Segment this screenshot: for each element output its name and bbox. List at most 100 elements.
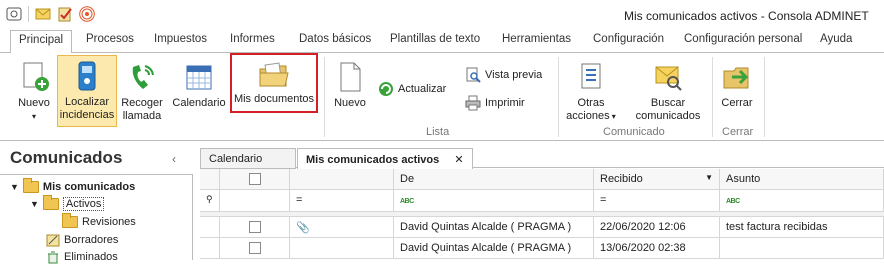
navigation-tree: ▼ Mis comunicados ▼ Activos Revisiones B… [0,174,193,263]
drafts-icon [46,234,60,246]
otras-acciones-button[interactable]: Otras acciones ▾ [562,61,620,123]
cell-de[interactable]: David Quintas Alcalde ( PRAGMA ) [394,217,594,238]
tab-configuracion-personal[interactable]: Configuración personal [684,33,802,45]
tree-item-eliminados[interactable]: Eliminados [46,248,118,265]
cerrar-label: Cerrar [721,97,753,109]
calendar-icon [186,65,212,90]
row-indicator [200,217,220,238]
quick-access-toolbar [6,6,95,22]
attachment-column-header[interactable] [290,169,394,190]
filter-equals: = [296,194,303,206]
recoger-llamada-button[interactable]: Recoger llamada [120,61,164,123]
imprimir-label: Imprimir [485,97,525,109]
cell-asunto[interactable]: test factura recibidas [720,217,884,238]
close-tab-icon[interactable]: ✕ [454,154,463,166]
group-label-lista: Lista [426,126,450,138]
filter-equals: = [600,194,607,206]
tab-herramientas[interactable]: Herramientas [502,33,571,45]
buscar-label: Buscar [650,97,686,109]
row-checkbox[interactable] [248,221,261,233]
window-title: Mis comunicados activos - Consola ADMINE… [624,9,869,23]
buscar-comunicados-button[interactable]: Buscar comunicados [630,61,706,123]
select-all-checkbox[interactable] [248,173,261,185]
cell-asunto[interactable] [720,238,884,259]
tree-item-mis-comunicados[interactable]: ▼ Mis comunicados [10,177,135,195]
column-header-recibido[interactable]: Recibido ▼ [594,169,720,190]
folder-icon [22,177,39,193]
app-icon[interactable] [6,6,22,22]
doc-tab-mis-comunicados-activos[interactable]: Mis comunicados activos ✕ [297,148,473,170]
actualizar-button[interactable]: Actualizar [378,81,446,97]
filter-cell-asunto[interactable]: ABC [720,190,884,212]
tab-principal[interactable]: Principal [10,30,73,53]
calendario-button[interactable]: Calendario [172,61,226,110]
row-checkbox[interactable] [248,242,261,254]
tree-label: Borradores [64,233,119,246]
row-indicator [200,238,220,259]
broadcast-icon[interactable] [79,6,95,22]
collapse-arrow-icon[interactable]: ▼ [30,199,39,209]
document-tabs: Calendario Mis comunicados activos ✕ [200,146,884,170]
cerrar-button[interactable]: Cerrar [718,61,756,110]
otras-label: Otras [577,97,605,109]
attachment-cell: 📎 [290,217,394,238]
folder-documents-icon [259,62,289,87]
doc-tab-label: Mis comunicados activos [306,154,440,166]
task-icon[interactable] [57,6,73,22]
row-checkbox-cell[interactable] [220,217,290,238]
text-filter-icon: ABC [726,198,740,205]
tab-configuracion[interactable]: Configuración [593,33,664,45]
blank-document-icon [340,62,361,92]
recoger-label: Recoger [121,97,163,109]
tab-plantillas-de-texto[interactable]: Plantillas de texto [390,33,480,45]
filter-cell-de[interactable]: ABC [394,190,594,212]
phone-call-icon [132,65,154,89]
filter-cell-recibido[interactable]: = [594,190,720,212]
ribbon-separator [712,57,713,137]
group-label-cerrar: Cerrar [722,126,754,138]
nuevo-comunicado-button[interactable]: Nuevo [332,61,368,110]
refresh-icon [379,82,393,96]
filter-cell-checkbox[interactable] [220,190,290,212]
dropdown-arrow-icon: ▾ [31,112,36,121]
vista-previa-button[interactable]: Vista previa [465,67,542,83]
comunicados-grid: De Recibido ▼ Asunto ⚲ = ABC = ABC 📎 Dav… [200,169,884,260]
new-document-icon [23,62,49,91]
ribbon-separator [764,57,765,137]
column-header-asunto[interactable]: Asunto [720,169,884,190]
cell-recibido[interactable]: 22/06/2020 12:06 [594,217,720,238]
cell-de[interactable]: David Quintas Alcalde ( PRAGMA ) [394,238,594,259]
acciones-label: acciones [566,110,610,122]
tab-datos-basicos[interactable]: Datos básicos [299,33,371,45]
localizar-incidencias-button[interactable]: Localizar incidencias [57,55,117,127]
folder-icon [62,212,78,228]
tree-item-activos[interactable]: ▼ Activos [30,194,105,212]
tree-label: Eliminados [64,250,118,263]
trash-icon [48,251,58,263]
nuevo-button[interactable]: Nuevo ▾ [12,61,56,123]
text-filter-icon: ABC [400,198,414,205]
cell-recibido[interactable]: 13/06/2020 02:38 [594,238,720,259]
vista-previa-label: Vista previa [485,69,543,81]
phone-search-icon [78,61,96,91]
tab-procesos[interactable]: Procesos [86,33,134,45]
filter-cell-attachment[interactable]: = [290,190,394,212]
tree-item-borradores[interactable]: Borradores [46,231,118,248]
tab-informes[interactable]: Informes [230,33,275,45]
ribbon: Nuevo ▾ Localizar incidencias Recoger llama… [0,52,884,141]
collapse-panel-icon[interactable]: ‹ [172,152,176,166]
mis-documentos-label: Mis documentos [233,93,315,105]
collapse-arrow-icon[interactable]: ▼ [10,182,19,192]
tree-item-revisiones[interactable]: Revisiones [62,212,136,230]
mis-documentos-button[interactable]: Mis documentos [230,53,318,113]
select-all-checkbox-cell[interactable] [220,169,290,190]
tab-ayuda[interactable]: Ayuda [820,33,852,45]
mail-icon[interactable] [35,6,51,22]
imprimir-button[interactable]: Imprimir [465,95,525,111]
tab-impuestos[interactable]: Impuestos [154,33,207,45]
doc-tab-calendario[interactable]: Calendario [200,148,296,169]
comunicados-label: comunicados [635,110,701,122]
filter-row-icon: ⚲ [200,190,220,212]
column-header-de[interactable]: De [394,169,594,190]
row-checkbox-cell[interactable] [220,238,290,259]
